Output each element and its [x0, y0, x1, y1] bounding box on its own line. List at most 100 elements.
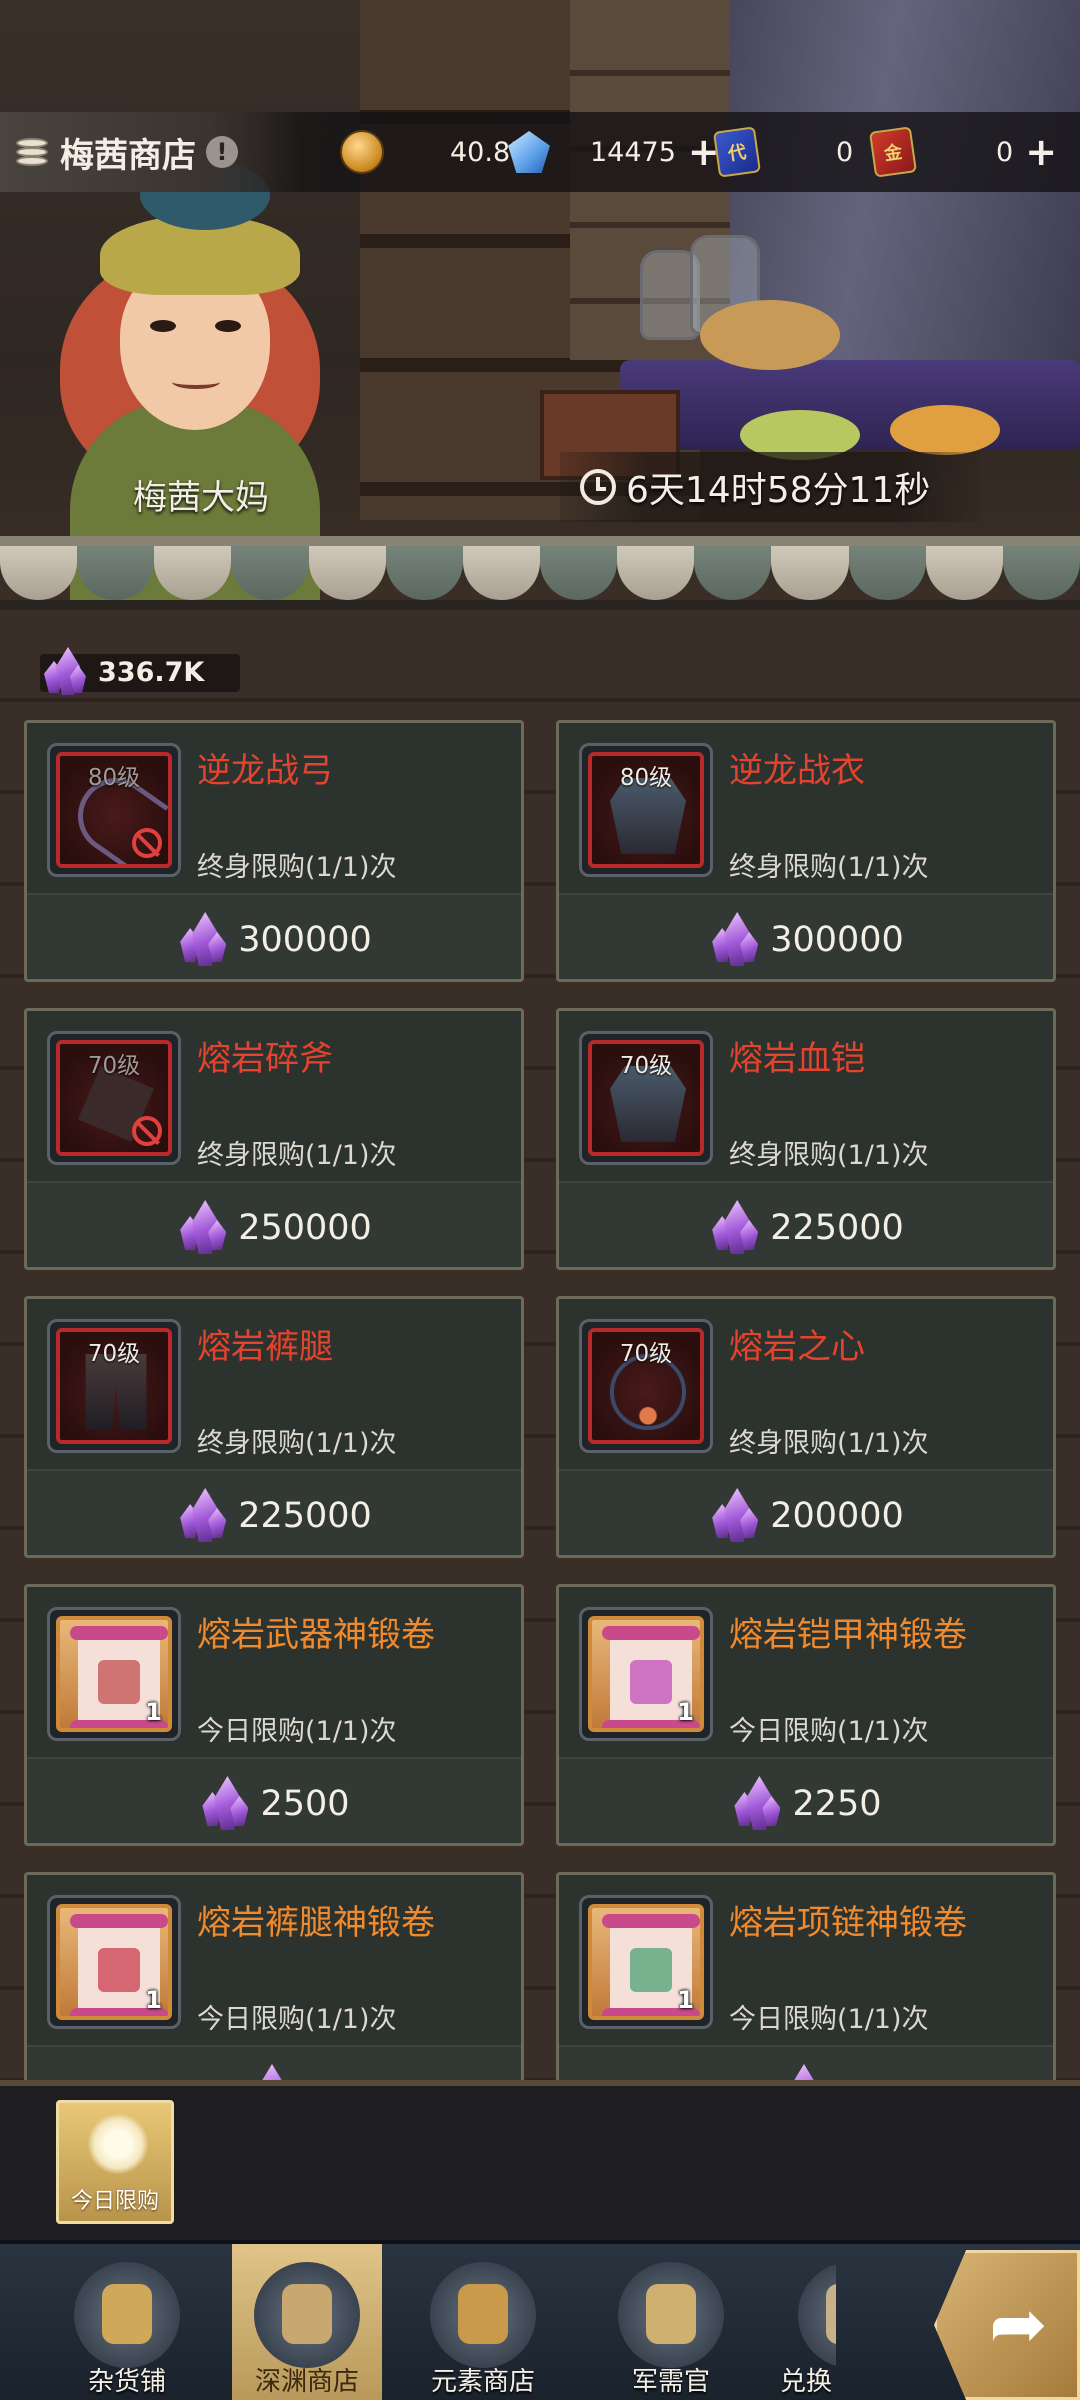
shop-item-card[interactable]: 1 熔岩武器神锻卷今日限购(1/1)次 2500 [24, 1584, 524, 1846]
item-name: 熔岩裤腿 [197, 1327, 333, 1367]
nav-tab-exchange[interactable]: 兑换 [776, 2244, 836, 2400]
currency-gold: 40.8M [340, 126, 533, 178]
shop-item-card[interactable]: 1 熔岩项链神锻卷 今日限购(1/1)次 [556, 1872, 1056, 2080]
buy-button[interactable]: 200000 [559, 1469, 1053, 1555]
shop-item-card[interactable]: 70级 熔岩碎斧 终身限购(1/1)次 250000 [24, 1008, 524, 1270]
blue-ticket-icon: 代 [713, 126, 761, 178]
shop-item-card[interactable]: 1 熔岩铠甲神锻卷今日限购(1/1)次 2250 [556, 1584, 1056, 1846]
shop-scene: 梅茜大妈 6天14时58分11秒 [0, 0, 1080, 600]
buy-button[interactable]: 250000 [27, 1181, 521, 1267]
item-icon-frame: 1 [588, 1616, 704, 1732]
purple-crystal-icon [730, 1776, 784, 1832]
item-thumbnail[interactable]: 80级 [579, 743, 713, 877]
item-thumbnail[interactable]: 80级 [47, 743, 181, 877]
item-name: 熔岩武器神锻卷 [197, 1615, 435, 1655]
purchase-limit: 今日限购(1/1)次 [729, 1716, 929, 1747]
shop-title: 梅茜商店 [60, 135, 196, 176]
clock-icon [580, 469, 616, 505]
shop-content[interactable]: 336.7K 80级 逆龙战弓 终身限购(1/1)次 300000 80级 逆龙战衣 终身限… [0, 610, 1080, 2080]
daily-limit-button[interactable]: 今日限购 [56, 2100, 174, 2224]
buy-button[interactable] [559, 2045, 1053, 2080]
prohibited-icon [132, 1116, 162, 1146]
card-info-area: 70级 熔岩碎斧 终身限购(1/1)次 [27, 1011, 521, 1181]
item-icon-frame: 70级 [588, 1328, 704, 1444]
buy-button[interactable]: 300000 [559, 893, 1053, 979]
item-thumbnail[interactable]: 70级 [579, 1319, 713, 1453]
shop-item-card[interactable]: 70级 熔岩之心 终身限购(1/1)次 200000 [556, 1296, 1056, 1558]
item-grid: 80级 逆龙战弓 终身限购(1/1)次 300000 80级 逆龙战衣 终身限购(1/1)次… [24, 720, 1056, 2080]
scroll-emblem [630, 1660, 672, 1704]
item-price: 225000 [770, 1208, 904, 1248]
npc-eye [150, 320, 176, 332]
currency-red-ticket: 金 0 + [869, 126, 1057, 178]
blue-ticket-value: 0 [836, 136, 854, 168]
buy-button[interactable]: 2500 [27, 1757, 521, 1843]
buy-button[interactable]: 225000 [559, 1181, 1053, 1267]
item-thumbnail[interactable]: 1 [47, 1607, 181, 1741]
item-name: 熔岩之心 [729, 1327, 865, 1367]
timer-text: 6天14时58分11秒 [626, 470, 931, 511]
nav-label: 军需官 [631, 2367, 710, 2397]
item-name: 熔岩血铠 [729, 1039, 865, 1079]
element-star-icon [430, 2262, 536, 2368]
buy-button[interactable]: 2250 [559, 1757, 1053, 1843]
item-thumbnail[interactable]: 70级 [47, 1031, 181, 1165]
item-quantity: 1 [677, 1986, 694, 2014]
item-price: 300000 [770, 920, 904, 960]
exchange-icon [798, 2262, 836, 2368]
info-icon[interactable]: ! [206, 136, 238, 168]
item-thumbnail[interactable]: 1 [579, 1607, 713, 1741]
abyss-shop-icon [254, 2262, 360, 2368]
item-level: 80级 [87, 765, 141, 791]
shop-item-card[interactable]: 70级 熔岩裤腿 终身限购(1/1)次 225000 [24, 1296, 524, 1558]
shop-item-card[interactable]: 70级 熔岩血铠终身限购(1/1)次 225000 [556, 1008, 1056, 1270]
shop-item-card[interactable]: 80级 逆龙战弓 终身限购(1/1)次 300000 [24, 720, 524, 982]
nav-tab-abyss-shop[interactable]: 深渊商店 [232, 2244, 382, 2400]
add-red-ticket-button[interactable]: + [1025, 133, 1057, 171]
card-info-area: 1 熔岩铠甲神锻卷今日限购(1/1)次 [559, 1587, 1053, 1757]
card-info-area: 80级 逆龙战衣 终身限购(1/1)次 [559, 723, 1053, 893]
item-thumbnail[interactable]: 1 [47, 1895, 181, 2029]
shop-item-card[interactable]: 1 熔岩裤腿神锻卷今日限购(1/1)次 [24, 1872, 524, 2080]
buy-button[interactable] [27, 2045, 521, 2080]
buy-button[interactable]: 225000 [27, 1469, 521, 1555]
purple-crystal-icon [198, 1776, 252, 1832]
shop-title-bar: 梅茜商店 ! [0, 112, 300, 192]
purple-crystal-icon [708, 1488, 762, 1544]
daily-limit-label: 今日限购 [70, 2189, 159, 2214]
item-quantity: 1 [145, 1986, 162, 2014]
nav-tab-quartermaster[interactable]: 军需官 [596, 2244, 746, 2400]
scroll-emblem [98, 1948, 140, 1992]
purchase-limit: 终身限购(1/1)次 [197, 1428, 397, 1459]
awning [0, 536, 1080, 610]
item-icon-frame: 1 [588, 1904, 704, 2020]
diamond-value: 14475 [590, 136, 676, 168]
item-thumbnail[interactable]: 1 [579, 1895, 713, 2029]
promo-strip: 今日限购 [0, 2080, 1080, 2240]
coin-stack-icon [14, 134, 50, 170]
purchase-limit: 今日限购(1/1)次 [197, 1716, 397, 1747]
nav-tab-coins[interactable]: 杂货铺 [52, 2244, 202, 2400]
purchase-limit: 终身限购(1/1)次 [729, 1140, 929, 1171]
card-info-area: 70级 熔岩裤腿终身限购(1/1)次 [27, 1299, 521, 1469]
purchase-limit: 今日限购(1/1)次 [197, 2004, 397, 2035]
item-name: 熔岩铠甲神锻卷 [729, 1615, 967, 1655]
item-level: 80级 [619, 765, 673, 791]
npc-name: 梅茜大妈 [133, 478, 269, 518]
item-thumbnail[interactable]: 70级 [579, 1031, 713, 1165]
purple-crystal-icon [708, 912, 762, 968]
nav-tab-element-star[interactable]: 元素商店 [408, 2244, 558, 2400]
item-price: 2250 [792, 1784, 882, 1824]
item-name: 熔岩裤腿神锻卷 [197, 1903, 435, 1943]
item-icon-frame: 70级 [56, 1328, 172, 1444]
purple-crystal-icon [243, 2064, 297, 2080]
blue-diamond-icon [508, 131, 550, 173]
purple-crystal-icon [176, 912, 230, 968]
item-level: 70级 [619, 1341, 673, 1367]
item-thumbnail[interactable]: 70级 [47, 1319, 181, 1453]
item-price: 200000 [770, 1496, 904, 1536]
shop-item-card[interactable]: 80级 逆龙战衣 终身限购(1/1)次 300000 [556, 720, 1056, 982]
item-price: 2500 [260, 1784, 350, 1824]
buy-button[interactable]: 300000 [27, 893, 521, 979]
item-level: 70级 [87, 1053, 141, 1079]
